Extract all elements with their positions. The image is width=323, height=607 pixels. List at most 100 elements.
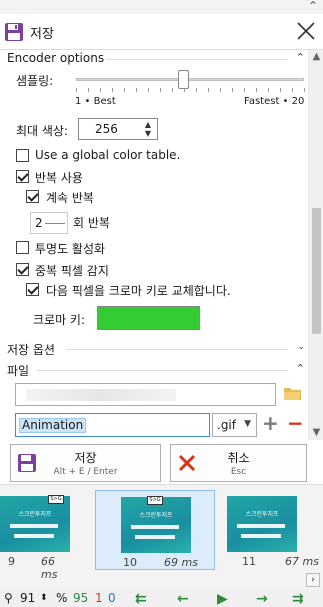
save-options-header[interactable]: 저장 옵션: [7, 341, 55, 358]
file-name-value[interactable]: Animation: [19, 418, 87, 433]
chevron-down-icon: ▼: [244, 419, 251, 429]
slider-tick: [256, 88, 257, 92]
frame-graphic: [135, 535, 175, 539]
frame-index: 11: [242, 555, 256, 568]
save-button[interactable]: 저장 Alt + E / Enter: [10, 444, 161, 482]
global-color-table-label: Use a global color table.: [35, 148, 181, 162]
scrollbar-thumb[interactable]: [312, 208, 321, 334]
chroma-key-color-swatch[interactable]: [97, 306, 200, 330]
selected-count: 1: [95, 591, 103, 605]
slider-tick: [76, 88, 77, 92]
loop-forever-checkbox[interactable]: [26, 190, 39, 203]
frame-caption: 스크린투지프: [18, 511, 52, 518]
extension-select[interactable]: .gif ▼: [212, 413, 257, 437]
previous-frame-icon[interactable]: ←: [177, 591, 189, 607]
zoom-value[interactable]: 91: [20, 591, 35, 605]
increment-icon[interactable]: ▲: [145, 121, 151, 129]
slider-tick: [112, 88, 113, 92]
zoom-spin-icon[interactable]: ⬍: [40, 593, 48, 603]
sampling-label: 샘플링:: [16, 74, 54, 88]
scroll-down-icon[interactable]: ▼: [309, 426, 323, 440]
top-strip: ⌃: [0, 0, 323, 14]
frame-thumbnail[interactable]: S>G 스크린투지프 9 66 ms: [0, 490, 74, 581]
cancel-button-label: 취소: [227, 451, 250, 465]
plus-icon[interactable]: +: [262, 411, 279, 435]
slider-tick: [184, 88, 185, 92]
frame-badge: S>G: [48, 495, 64, 504]
cancel-button[interactable]: 취소 Esc: [170, 444, 307, 482]
close-icon[interactable]: [293, 18, 319, 44]
chroma-key-label: 크로마 키:: [33, 313, 86, 327]
frame-caption: 스크린투지프: [245, 511, 279, 518]
detect-unchanged-checkbox[interactable]: [16, 263, 29, 276]
decrement-icon[interactable]: ▼: [145, 130, 151, 138]
slider-tick: [292, 88, 293, 92]
slider-tick: [196, 88, 197, 92]
first-frame-icon[interactable]: ⇇: [135, 591, 147, 607]
frame-image: S>G 스크린투지프: [0, 495, 70, 552]
vertical-scrollbar[interactable]: ▲ ▼: [308, 50, 323, 440]
last-frame-icon[interactable]: ⇉: [292, 591, 304, 607]
slider-tick: [304, 88, 305, 92]
scroll-right-icon[interactable]: ›: [306, 573, 320, 587]
output-folder-input[interactable]: [15, 383, 276, 406]
save-options-divider: [66, 349, 288, 350]
slider-tick: [268, 88, 269, 92]
frame-strip-scrollbar[interactable]: ›: [0, 573, 323, 587]
encoder-options-header[interactable]: Encoder options: [7, 51, 104, 65]
repeat-count-value[interactable]: 2: [35, 216, 43, 230]
max-colors-stepper[interactable]: 256 ▲ ▼: [78, 118, 158, 140]
next-frame-icon[interactable]: →: [256, 591, 268, 607]
repeat-count-divider: [45, 223, 65, 224]
frame-thumbnail-selected[interactable]: S>G 스크린투지프 10 69 ms: [95, 490, 215, 570]
frame-index: 9: [8, 555, 15, 568]
transparency-label: 투명도 활성화: [35, 242, 106, 256]
slider-tick: [172, 88, 173, 92]
frame-graphic: [237, 524, 285, 528]
global-color-table-checkbox[interactable]: [16, 149, 29, 162]
slider-tick: [232, 88, 233, 92]
frame-image: 스크린투지프: [227, 496, 297, 552]
zoom-search-icon[interactable]: ⚲: [4, 591, 13, 605]
slider-tick: [136, 88, 137, 92]
loop-forever-label: 계속 반복: [46, 191, 94, 205]
minus-icon[interactable]: −: [287, 411, 304, 435]
save-button-label: 저장: [74, 451, 97, 465]
floppy-disk-icon: [5, 23, 23, 41]
file-name-input[interactable]: Animation: [15, 413, 210, 437]
max-colors-value[interactable]: 256: [95, 122, 118, 136]
file-header[interactable]: 파일: [7, 362, 29, 379]
sampling-slider-track[interactable]: [76, 78, 304, 81]
play-icon[interactable]: ▶: [217, 591, 228, 607]
save-button-shortcut: Alt + E / Enter: [53, 467, 118, 477]
frame-graphic: [10, 524, 58, 528]
folder-icon[interactable]: [283, 384, 303, 402]
frame-thumbnail[interactable]: 스크린투지프 11 67 ms: [225, 490, 323, 570]
title-bar: 저장: [0, 14, 323, 50]
slider-tick: [244, 88, 245, 92]
sampling-slider-thumb[interactable]: [178, 70, 189, 89]
save-options-expand-icon[interactable]: ⌄: [297, 342, 305, 352]
detect-unchanged-label: 중복 픽셀 감지: [35, 264, 109, 278]
save-panel: ⌃ 저장 ▲ ▼ Encoder options ⌃ 샘플링: 1 • Best…: [0, 0, 323, 484]
frame-graphic: [131, 525, 179, 529]
frame-badge: S>G: [147, 496, 163, 505]
sampling-slider-ticks: [76, 88, 306, 93]
replace-chroma-checkbox[interactable]: [26, 283, 39, 296]
slider-tick: [280, 88, 281, 92]
file-collapse-caret-icon[interactable]: ⌃: [296, 362, 305, 375]
repeat-checkbox[interactable]: [16, 170, 29, 183]
encoder-collapse-caret-icon[interactable]: ⌃: [296, 51, 305, 64]
frame-graphic: [241, 534, 281, 538]
frame-index: 10: [123, 556, 137, 569]
repeat-count-input[interactable]: 2: [30, 212, 68, 234]
frame-duration: 69 ms: [164, 556, 198, 569]
transparency-checkbox[interactable]: [16, 241, 29, 254]
file-divider: [37, 370, 288, 371]
slider-tick: [220, 88, 221, 92]
collapse-chevron-icon[interactable]: ⌃: [308, 0, 318, 13]
repeat-count-suffix: 회 반복: [73, 216, 110, 230]
output-folder-path-redacted: [26, 389, 176, 401]
scroll-up-icon[interactable]: ▲: [309, 50, 323, 64]
frame-image: S>G 스크린투지프: [121, 496, 191, 553]
